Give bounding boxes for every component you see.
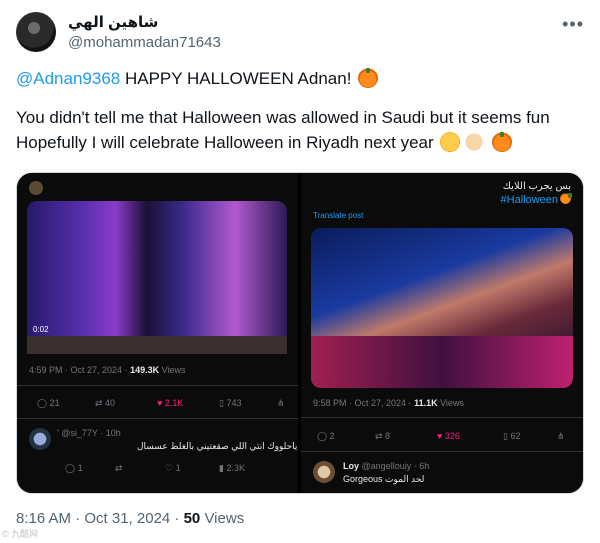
views-label: Views (200, 510, 245, 527)
tweet-header: شاهين الهي @mohammadan71643 ••• (16, 12, 584, 56)
reply-icon[interactable]: ◯ 21 (37, 398, 60, 409)
divider (17, 385, 298, 386)
like-icon[interactable]: ♥ 2.1K (157, 398, 183, 408)
views-count: 149.3K (130, 365, 160, 375)
author-handle[interactable]: @mohammadan71643 (68, 34, 221, 51)
repost-icon[interactable]: ⇄ 40 (95, 398, 115, 409)
like-icon[interactable]: ♥ 326 (437, 431, 460, 441)
video-lower-strip (27, 336, 287, 354)
bookmark-icon[interactable]: ▯ 62 (503, 431, 520, 442)
reply-icon[interactable]: ◯ 1 (65, 463, 83, 474)
poster-avatar (29, 181, 43, 195)
video-thumbnail[interactable] (27, 201, 287, 353)
reply-author[interactable]: Loy @angellouiy · 6h (343, 461, 429, 471)
post-time: 9:58 PM · Oct 27, 2024 · (313, 398, 415, 408)
divider (301, 451, 583, 452)
actions-bar-right: ◯ 2 ⇄ 8 ♥ 326 ▯ 62 ⋔ (313, 431, 571, 445)
reply-handle[interactable]: ' @si_77Y · 10h (57, 428, 121, 438)
tweet-paragraph-2: You didn't tell me that Halloween was al… (16, 105, 584, 155)
media-image-left[interactable]: 0:02 4:59 PM · Oct 27, 2024 · 149.3K Vie… (17, 173, 298, 493)
tweet-text: @Adnan9368 HAPPY HALLOWEEN Adnan! You di… (16, 66, 584, 155)
media-image-right[interactable]: بس يجرب اللايك #Halloween Translate post… (301, 173, 583, 493)
post-title: بس يجرب اللايك (502, 181, 571, 192)
views-label: Views (437, 398, 464, 408)
views-count: 50 (183, 510, 201, 527)
reply-avatar[interactable] (313, 461, 335, 483)
repost-icon[interactable]: ⇄ 8 (375, 431, 390, 442)
views-label: Views (159, 365, 186, 375)
like-icon[interactable]: ♡ 1 (165, 463, 181, 474)
tweet-line-3: Hopefully I will celebrate Halloween in … (16, 133, 439, 152)
author-display-name[interactable]: شاهين الهي (68, 13, 158, 31)
reply-actions: ◯ 1 ⇄ ♡ 1 ▮ 2.3K (29, 463, 286, 477)
reply-avatar[interactable] (29, 428, 51, 450)
pumpkin-emoji-icon (358, 68, 379, 88)
pumpkin-emoji-icon (560, 193, 572, 204)
pumpkin-emoji-icon (492, 132, 513, 152)
post-meta-right: 9:58 PM · Oct 27, 2024 · 11.1K Views (313, 398, 464, 408)
bookmark-icon[interactable]: ▯ 743 (219, 398, 241, 409)
tweet-footer: 8:16 AM · Oct 31, 2024 · 50 Views (16, 510, 244, 527)
more-horizontal-icon[interactable]: ••• (562, 14, 584, 35)
divider (301, 417, 583, 418)
translate-link[interactable]: Translate post (313, 211, 363, 220)
reply-icon[interactable]: ◯ 2 (317, 431, 335, 442)
tweet-line-1-text: HAPPY HALLOWEEN Adnan! (120, 69, 357, 88)
media-grid[interactable]: 0:02 4:59 PM · Oct 27, 2024 · 149.3K Vie… (16, 172, 584, 494)
tweet-line-1: @Adnan9368 HAPPY HALLOWEEN Adnan! (16, 66, 584, 91)
hashtag-link[interactable]: #Halloween (501, 193, 572, 206)
tweet-line-2: You didn't tell me that Halloween was al… (16, 108, 550, 127)
photo-lower-strip (311, 336, 573, 388)
tweet-timestamp[interactable]: 8:16 AM · Oct 31, 2024 · (16, 510, 184, 527)
mention-link[interactable]: @Adnan9368 (16, 69, 120, 88)
share-icon[interactable]: ⋔ (277, 398, 285, 409)
watermark: © 九酷网 (2, 529, 39, 539)
repost-icon[interactable]: ⇄ (115, 463, 123, 474)
views-icon[interactable]: ▮ 2.3K (219, 463, 245, 474)
video-duration: 0:02 (33, 325, 49, 334)
divider (17, 418, 298, 419)
author-avatar[interactable] (16, 12, 56, 52)
share-icon[interactable]: ⋔ (557, 431, 565, 442)
views-count: 11.1K (414, 398, 438, 408)
reply-text: Gorgeous لحد الموت (343, 474, 425, 484)
reply-text: ياحلووك انتي اللي صقعتيني بالغلط عسسال (137, 441, 298, 451)
photo-thumbnail[interactable] (311, 228, 573, 388)
post-meta-left: 4:59 PM · Oct 27, 2024 · 149.3K Views (29, 365, 185, 375)
victory-hand-emoji-icon (464, 132, 485, 152)
kissing-face-emoji-icon (440, 132, 461, 152)
actions-bar-left: ◯ 21 ⇄ 40 ♥ 2.1K ▯ 743 ⋔ (29, 398, 286, 412)
post-time: 4:59 PM · Oct 27, 2024 · (29, 365, 131, 375)
